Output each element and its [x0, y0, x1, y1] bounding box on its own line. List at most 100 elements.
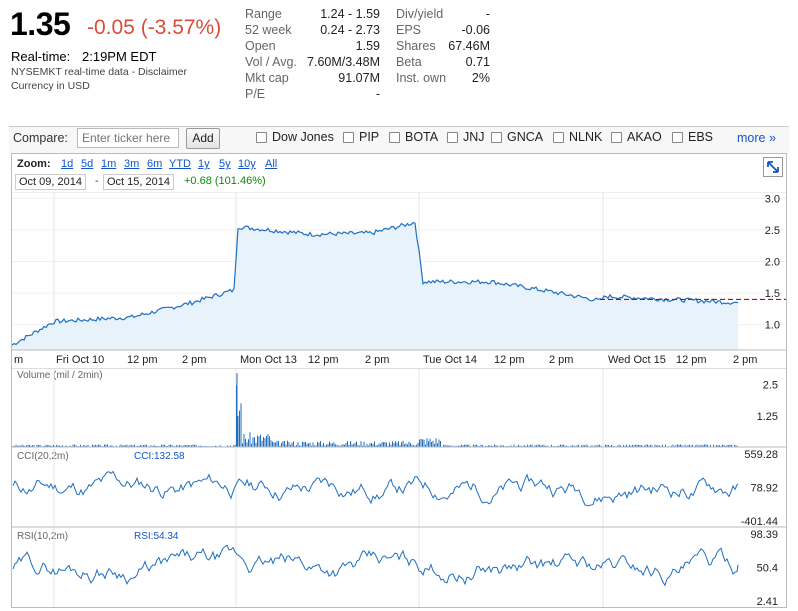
stat-row: Beta 0.71 — [396, 55, 490, 71]
realtime-time: 2:19PM EDT — [82, 49, 157, 64]
compare-checkbox-bota[interactable] — [389, 132, 400, 143]
stat-row: EPS -0.06 — [396, 23, 490, 39]
rsi-chart[interactable]: 98.39 50.4 2.41 — [12, 528, 786, 607]
zoom-6m[interactable]: 6m — [147, 158, 162, 170]
compare-ticker-ebs[interactable]: EBS — [688, 130, 713, 144]
price-y-tick: 2.5 — [765, 225, 780, 237]
compare-checkbox-jnj[interactable] — [447, 132, 458, 143]
x-tick-label: Fri Oct 10 — [56, 354, 104, 366]
compare-checkbox-nlnk[interactable] — [553, 132, 564, 143]
compare-ticker-gnca[interactable]: GNCA — [507, 130, 543, 144]
expand-icon[interactable] — [763, 157, 783, 177]
ticker-input[interactable] — [77, 128, 179, 148]
rsi-y-tick: 50.4 — [757, 563, 778, 575]
zoom-5y[interactable]: 5y — [219, 158, 231, 170]
x-tick-label: 2 pm — [182, 354, 206, 366]
compare-ticker-pip[interactable]: PIP — [359, 130, 379, 144]
stat-label: 52 week — [245, 23, 292, 37]
more-tickers-link[interactable]: more » — [737, 131, 776, 145]
stat-row: Shares 67.46M — [396, 39, 490, 55]
period-change: +0.68 (101.46%) — [184, 175, 266, 187]
compare-checkbox-pip[interactable] — [343, 132, 354, 143]
stat-row: Open 1.59 — [245, 39, 380, 55]
compare-checkbox-ebs[interactable] — [672, 132, 683, 143]
x-tick-label: Mon Oct 13 — [240, 354, 297, 366]
compare-checkbox-gnca[interactable] — [491, 132, 502, 143]
stat-value: 2% — [471, 71, 490, 85]
stat-row: Mkt cap 91.07M — [245, 71, 380, 87]
stat-label: Mkt cap — [245, 71, 289, 85]
x-tick-label: Wed Oct 15 — [608, 354, 666, 366]
stat-row: Range 1.24 - 1.59 — [245, 7, 380, 23]
quote-price: 1.35 — [10, 6, 71, 42]
add-ticker-button[interactable]: Add — [186, 128, 220, 149]
cci-y-tick: 559.28 — [744, 449, 778, 461]
zoom-5d[interactable]: 5d — [81, 158, 93, 170]
x-tick-label: 12 pm — [494, 354, 525, 366]
x-tick-label: 2 pm — [365, 354, 389, 366]
stat-row: Vol / Avg. 7.60M/3.48M — [245, 55, 380, 71]
compare-checkbox-akao[interactable] — [611, 132, 622, 143]
stat-label: Inst. own — [396, 71, 447, 85]
stat-value: 1.59 — [355, 39, 380, 53]
stat-value: 91.07M — [338, 71, 380, 85]
zoom-all[interactable]: All — [265, 158, 277, 170]
stat-value: 0.24 - 2.73 — [320, 23, 380, 37]
volume-bars — [12, 373, 738, 447]
stats-table-left: Range 1.24 - 1.59 52 week 0.24 - 2.73 Open 1.… — [245, 7, 380, 103]
cci-chart[interactable]: 559.28 78.92 -401.44 — [12, 448, 786, 528]
stat-label: Range — [245, 7, 282, 21]
volume-y-tick: 1.25 — [757, 411, 778, 423]
stat-value: 0.71 — [465, 55, 490, 69]
stat-label: Shares — [396, 39, 436, 53]
stat-row: Div/yield - — [396, 7, 490, 23]
zoom-label: Zoom: — [17, 158, 51, 170]
price-area-fill — [12, 222, 738, 350]
volume-chart[interactable]: 2.5 1.25 — [12, 368, 786, 448]
zoom-3m[interactable]: 3m — [124, 158, 139, 170]
stats-table-right: Div/yield - EPS -0.06 Shares 67.46M Beta 0.71 In… — [396, 7, 490, 87]
stat-label: P/E — [245, 87, 266, 101]
rsi-line — [12, 544, 739, 587]
zoom-1d[interactable]: 1d — [61, 158, 73, 170]
x-tick-label: m — [14, 354, 23, 366]
date-from-field[interactable]: Oct 09, 2014 — [15, 174, 86, 190]
x-tick-label: 2 pm — [733, 354, 757, 366]
stat-value: -0.06 — [461, 23, 491, 37]
compare-checkbox-dow-jones[interactable] — [256, 132, 267, 143]
quote-change: -0.05 (-3.57%) — [87, 16, 222, 39]
compare-ticker-jnj[interactable]: JNJ — [463, 130, 485, 144]
compare-ticker-dow-jones[interactable]: Dow Jones — [272, 130, 334, 144]
stat-row: 52 week 0.24 - 2.73 — [245, 23, 380, 39]
x-tick-label: 2 pm — [549, 354, 573, 366]
stat-label: Div/yield — [396, 7, 444, 21]
rsi-y-tick: 2.41 — [757, 596, 778, 607]
volume-y-tick: 2.5 — [763, 380, 778, 392]
x-tick-label: 12 pm — [127, 354, 158, 366]
price-y-tick: 1.5 — [765, 288, 780, 300]
cci-y-tick: -401.44 — [741, 516, 778, 528]
cci-y-tick: 78.92 — [750, 483, 778, 495]
rsi-y-tick: 98.39 — [750, 529, 778, 541]
zoom-1m[interactable]: 1m — [101, 158, 116, 170]
stat-row: Inst. own 2% — [396, 71, 490, 87]
compare-ticker-nlnk[interactable]: NLNK — [569, 130, 602, 144]
stat-value: 67.46M — [448, 39, 490, 53]
realtime-label: Real-time: — [11, 49, 71, 64]
zoom-10y[interactable]: 10y — [238, 158, 256, 170]
stat-label: Beta — [396, 55, 422, 69]
price-chart[interactable]: 3.0 2.5 2.0 1.5 1.0 m Fri Oct 10 12 pm 2 pm Mon … — [12, 192, 786, 367]
price-y-tick: 3.0 — [765, 193, 780, 205]
zoom-1y[interactable]: 1y — [198, 158, 210, 170]
date-to-field[interactable]: Oct 15, 2014 — [103, 174, 174, 190]
x-tick-label: 12 pm — [676, 354, 707, 366]
compare-ticker-akao[interactable]: AKAO — [627, 130, 662, 144]
zoom-ytd[interactable]: YTD — [169, 158, 191, 170]
stat-value: - — [375, 87, 380, 101]
data-disclaimer[interactable]: NYSEMKT real-time data - Disclaimer — [11, 66, 187, 78]
x-tick-label: Tue Oct 14 — [423, 354, 477, 366]
stat-value: 7.60M/3.48M — [307, 55, 380, 69]
stat-value: 1.24 - 1.59 — [320, 7, 380, 21]
price-y-tick: 1.0 — [765, 320, 780, 332]
compare-ticker-bota[interactable]: BOTA — [405, 130, 438, 144]
